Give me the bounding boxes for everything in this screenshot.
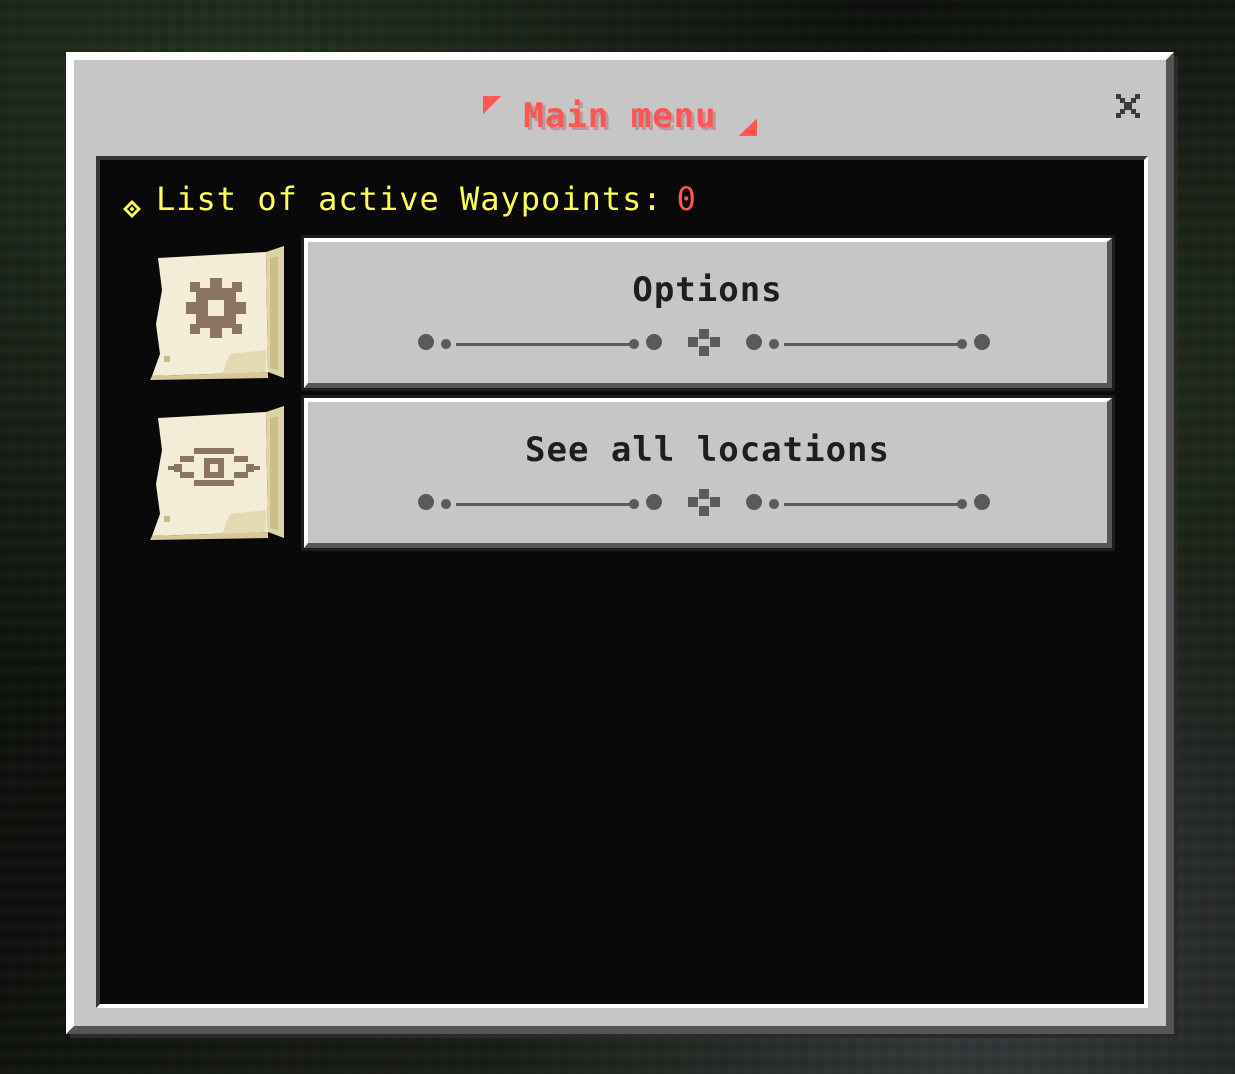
eye-scroll-icon	[150, 404, 286, 540]
menu-row-options: Options	[150, 235, 1120, 391]
close-icon[interactable]	[1114, 92, 1142, 120]
see-all-locations-button[interactable]: See all locations	[301, 395, 1115, 551]
menu-row-see-all-locations: See all locations	[150, 395, 1120, 551]
options-button-label: Options	[632, 270, 783, 310]
active-waypoints-label: List of active Waypoints:	[156, 180, 663, 218]
title-corner-left-icon	[483, 96, 502, 114]
gear-scroll-icon	[150, 244, 286, 380]
ornament-divider-icon	[418, 329, 990, 356]
window-title: Main menu	[523, 96, 717, 136]
content-panel: List of active Waypoints: 0 Options See …	[96, 156, 1148, 1008]
ornament-divider-icon	[418, 489, 990, 516]
title-bar: Main menu	[74, 88, 1166, 144]
diamond-bullet-icon	[122, 189, 142, 218]
main-menu-window: Main menu List of active Waypoints: 0 Op…	[66, 52, 1174, 1034]
active-waypoints-count: 0	[676, 180, 697, 218]
title-corner-right-icon	[738, 118, 757, 136]
options-button[interactable]: Options	[301, 235, 1115, 391]
see-all-locations-button-label: See all locations	[525, 430, 890, 470]
active-waypoints-line: List of active Waypoints: 0	[122, 180, 697, 218]
